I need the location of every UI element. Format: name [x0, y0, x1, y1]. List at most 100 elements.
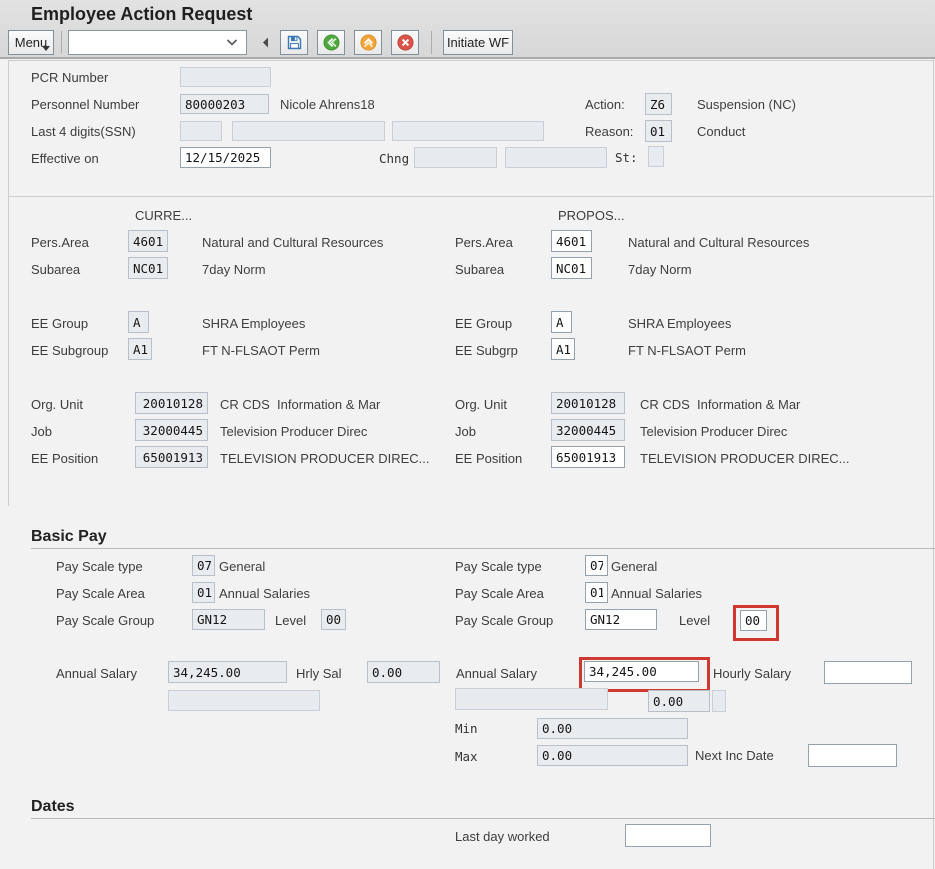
- proposed-pay-scale-type-field[interactable]: [585, 555, 608, 576]
- proposed-subarea-label: Subarea: [455, 262, 504, 277]
- current-ee-position-label: EE Position: [31, 451, 98, 466]
- proposed-subarea-field[interactable]: [551, 257, 592, 279]
- proposed-pay-scale-group-field[interactable]: [585, 609, 657, 630]
- proposed-annual-salary-field[interactable]: [584, 661, 699, 682]
- current-ee-position-field: 65001913: [135, 446, 208, 468]
- panel-border-top: [8, 60, 934, 61]
- max-label: Max: [455, 749, 478, 764]
- current-pay-scale-group-label: Pay Scale Group: [56, 613, 154, 628]
- proposed-ee-subgroup-field[interactable]: [551, 338, 575, 360]
- current-pay-scale-group-field: GN12: [192, 609, 265, 630]
- proposed-level-label: Level: [679, 613, 710, 628]
- current-level-field: 00: [321, 609, 346, 630]
- proposed-pers-area-field[interactable]: [551, 230, 592, 252]
- proposed-level-field[interactable]: [740, 610, 767, 631]
- current-ee-group-label: EE Group: [31, 316, 88, 331]
- dates-heading: Dates: [31, 798, 75, 816]
- current-ee-group-desc: SHRA Employees: [202, 316, 305, 331]
- page-title: Employee Action Request: [31, 4, 252, 25]
- save-button[interactable]: [280, 30, 308, 55]
- proposed-job-label: Job: [455, 424, 476, 439]
- current-ee-position-desc: TELEVISION PRODUCER DIREC...: [220, 451, 429, 466]
- current-job-desc: Television Producer Direc: [220, 424, 367, 439]
- current-ee-subgroup-label: EE Subgroup: [31, 343, 108, 358]
- proposed-subarea-desc: 7day Norm: [628, 262, 692, 277]
- send-up-button[interactable]: [354, 30, 382, 55]
- chng-label: Chng: [379, 151, 409, 166]
- back-green-icon: [323, 34, 340, 51]
- transaction-combobox[interactable]: [68, 30, 247, 55]
- basic-pay-heading: Basic Pay: [31, 528, 107, 546]
- effective-date-field[interactable]: [180, 147, 271, 168]
- personnel-number-field: 80000203: [180, 94, 269, 114]
- current-pay-scale-area-desc: Annual Salaries: [219, 586, 310, 601]
- max-field: 0.00: [537, 745, 688, 766]
- proposed-org-unit-desc: CR CDS Information & Mar: [640, 397, 800, 412]
- basic-pay-rule: [31, 548, 935, 549]
- proposed-pay-scale-type-desc: General: [611, 559, 657, 574]
- current-pers-area-label: Pers.Area: [31, 235, 89, 250]
- next-inc-date-label: Next Inc Date: [695, 748, 774, 763]
- menu-button[interactable]: Menu: [8, 30, 54, 55]
- proposed-hourly-salary-field[interactable]: [824, 661, 912, 684]
- chng-field-1: [414, 147, 497, 168]
- proposed-pers-area-label: Pers.Area: [455, 235, 513, 250]
- proposed-annual-salary-label: Annual Salary: [456, 666, 537, 681]
- initiate-wf-button[interactable]: Initiate WF: [443, 30, 513, 55]
- proposed-column-header: PROPOS...: [558, 208, 624, 223]
- current-pay-scale-type-desc: General: [219, 559, 265, 574]
- current-pay-scale-type-field: 07: [192, 555, 215, 576]
- reason-label: Reason:: [585, 124, 633, 139]
- next-inc-date-field[interactable]: [808, 744, 897, 767]
- proposed-pay-scale-group-label: Pay Scale Group: [455, 613, 553, 628]
- menu-dropdown-triangle-icon: [42, 46, 50, 51]
- last-day-worked-label: Last day worked: [455, 829, 550, 844]
- current-ee-subgroup-field: A1: [128, 338, 152, 360]
- back-button[interactable]: [317, 30, 345, 55]
- current-level-label: Level: [275, 613, 306, 628]
- title-toolbar-band: Employee Action Request Menu: [0, 0, 935, 59]
- effective-on-label: Effective on: [31, 151, 99, 166]
- current-hourly-salary-field: 0.00: [367, 661, 440, 683]
- proposed-ee-group-field[interactable]: [551, 311, 572, 333]
- section-divider: [8, 196, 934, 197]
- proposed-ee-group-label: EE Group: [455, 316, 512, 331]
- proposed-pay-scale-area-field[interactable]: [585, 582, 608, 603]
- cancel-button[interactable]: [391, 30, 419, 55]
- current-org-unit-label: Org. Unit: [31, 397, 83, 412]
- proposed-pers-area-desc: Natural and Cultural Resources: [628, 235, 809, 250]
- proposed-org-unit-label: Org. Unit: [455, 397, 507, 412]
- current-job-label: Job: [31, 424, 52, 439]
- save-icon: [286, 34, 303, 51]
- current-pers-area-field: 4601: [128, 230, 168, 252]
- proposed-amount2-unit-box: [712, 690, 726, 712]
- last-day-worked-field[interactable]: [625, 824, 711, 847]
- cancel-red-icon: [397, 34, 414, 51]
- dates-rule: [31, 818, 935, 819]
- reason-desc-text: Conduct: [697, 124, 745, 139]
- current-org-unit-field: 20010128: [135, 392, 208, 414]
- collapse-left-icon[interactable]: [262, 37, 269, 48]
- current-ee-group-field: A: [128, 311, 149, 333]
- proposed-hourly-salary-label: Hourly Salary: [713, 666, 791, 681]
- st-label: St:: [615, 150, 638, 165]
- action-label: Action:: [585, 97, 625, 112]
- proposed-ee-group-desc: SHRA Employees: [628, 316, 731, 331]
- current-job-field: 32000445: [135, 419, 208, 441]
- pcr-number-field: [180, 67, 271, 87]
- action-code-field: Z6: [645, 93, 672, 115]
- ssn-field-3: [392, 121, 544, 141]
- ssn-field-2: [232, 121, 385, 141]
- proposed-ee-position-field[interactable]: [551, 446, 625, 468]
- current-subarea-desc: 7day Norm: [202, 262, 266, 277]
- current-ee-subgroup-desc: FT N-FLSAOT Perm: [202, 343, 320, 358]
- current-org-unit-desc: CR CDS Information & Mar: [220, 397, 380, 412]
- st-field: [648, 146, 664, 167]
- initiate-wf-label: Initiate WF: [447, 35, 509, 50]
- chevron-down-icon[interactable]: [226, 39, 238, 46]
- proposed-org-unit-field: 20010128: [551, 392, 625, 414]
- current-pay-scale-area-label: Pay Scale Area: [56, 586, 145, 601]
- current-annual-salary-field: 34,245.00: [168, 661, 287, 683]
- current-subarea-field: NC01: [128, 257, 168, 279]
- proposed-job-field: 32000445: [551, 419, 625, 441]
